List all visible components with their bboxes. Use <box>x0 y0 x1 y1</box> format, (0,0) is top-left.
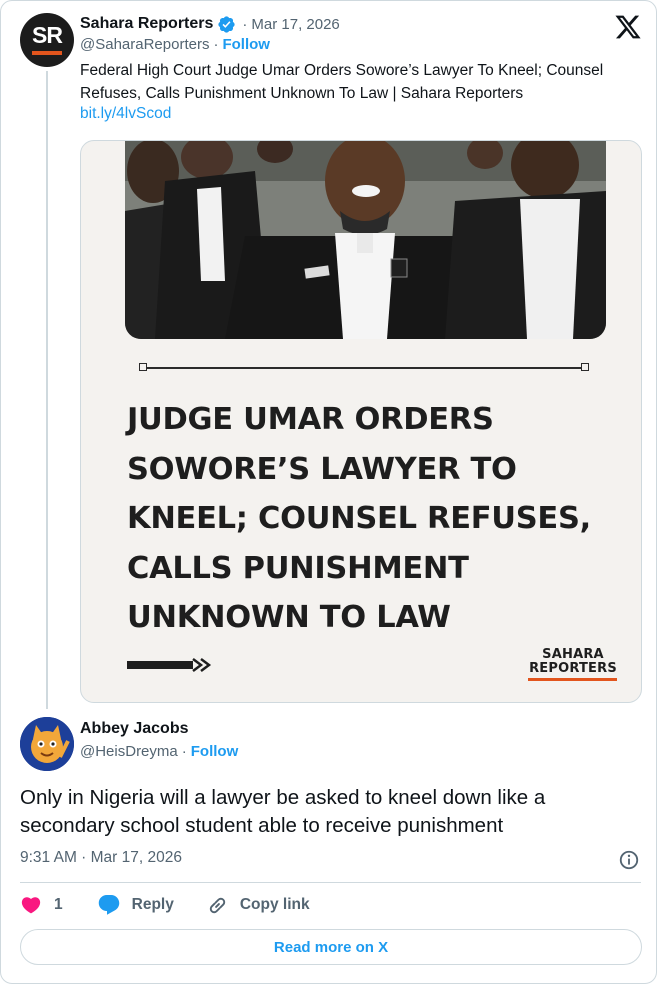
reply-tweet-text: Only in Nigeria will a lawyer be asked t… <box>20 786 546 837</box>
abbey-jacobs-avatar[interactable] <box>20 717 74 771</box>
media-headline: JUDGE UMAR ORDERS SOWORE’S LAWYER TO KNE… <box>127 402 591 635</box>
date-separator: · <box>242 15 248 33</box>
author-handle[interactable]: @SaharaReporters <box>80 36 209 53</box>
parent-handle-row: @SaharaReporters · Follow <box>80 36 270 53</box>
author-name[interactable]: Sahara Reporters <box>80 15 213 33</box>
tweet-date[interactable]: Mar 17, 2026 <box>251 16 339 33</box>
avatar-monogram: SR <box>32 22 63 48</box>
arrow-decoration-icon <box>127 658 212 672</box>
tweet-action-bar: 1 Reply Copy link <box>20 890 310 920</box>
tweet-short-link[interactable]: bit.ly/4lvScod <box>80 105 171 123</box>
like-button[interactable]: 1 <box>20 894 63 916</box>
divider-node-right <box>581 363 589 371</box>
sahara-reporters-logo: SAHARA REPORTERS <box>527 647 619 683</box>
parent-tweet-text: Federal High Court Judge Umar Orders Sow… <box>80 62 604 102</box>
copy-link-button[interactable]: Copy link <box>206 894 310 917</box>
link-icon <box>209 897 226 913</box>
reply-follow-button[interactable]: Follow <box>191 743 239 760</box>
reply-label: Reply <box>131 896 174 913</box>
x-logo-icon[interactable] <box>614 13 642 41</box>
read-more-button[interactable]: Read more on X <box>20 929 642 965</box>
action-bar-divider <box>20 882 641 883</box>
brand-accent-bar <box>528 678 617 681</box>
heart-icon <box>21 897 41 914</box>
thread-connector-line <box>46 71 48 709</box>
reply-button[interactable]: Reply <box>97 893 174 917</box>
follow-separator: · <box>213 36 219 53</box>
divider-node-left <box>139 363 147 371</box>
copy-link-label: Copy link <box>239 896 310 913</box>
tweet-embed-card: SR Sahara Reporters · Mar 17, 2026 @Saha… <box>0 0 657 984</box>
reply-timestamp[interactable]: 9:31 AM · Mar 17, 2026 <box>20 849 182 867</box>
news-photo <box>125 141 606 339</box>
brand-line-1: SAHARA <box>542 647 604 662</box>
lawyers-photo-illustration <box>125 141 606 339</box>
cartoon-cat-avatar-icon <box>20 717 74 771</box>
follow-button[interactable]: Follow <box>222 36 270 53</box>
reply-author-name[interactable]: Abbey Jacobs <box>80 720 188 738</box>
headline-divider <box>143 367 585 369</box>
tweet-media-image[interactable]: JUDGE UMAR ORDERS SOWORE’S LAWYER TO KNE… <box>80 140 642 703</box>
verified-badge-icon <box>218 15 236 33</box>
reply-handle-row: @HeisDreyma · Follow <box>80 743 238 760</box>
info-icon[interactable] <box>618 849 640 871</box>
like-count: 1 <box>54 896 63 913</box>
reply-author-handle[interactable]: @HeisDreyma <box>80 743 178 760</box>
avatar-accent-bar <box>32 51 62 55</box>
brand-line-2: REPORTERS <box>529 661 617 676</box>
sahara-reporters-avatar[interactable]: SR <box>20 13 74 67</box>
parent-tweet-header: Sahara Reporters · Mar 17, 2026 <box>80 13 340 35</box>
reply-follow-separator: · <box>181 743 187 760</box>
speech-bubble-icon <box>98 895 119 915</box>
